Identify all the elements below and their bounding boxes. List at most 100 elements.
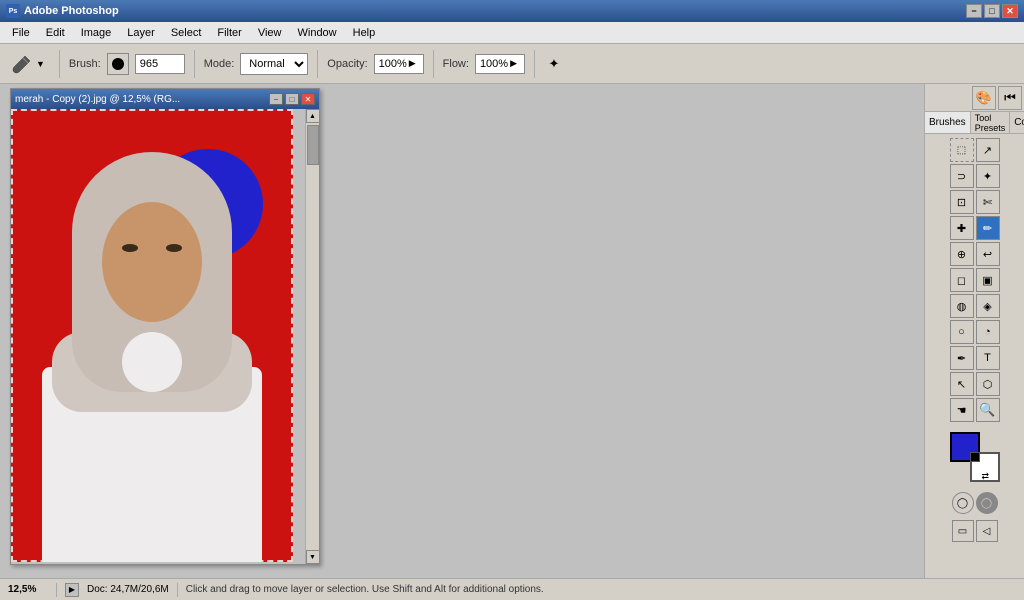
tool-row-9: ✒ T [950, 346, 1000, 370]
opacity-value-box[interactable]: 100% ▶ [374, 54, 424, 74]
doc-content: ▲ ▼ [11, 109, 319, 564]
quick-mask-icon[interactable]: ◯ [976, 492, 998, 514]
history-brush-tool[interactable]: ↩ [976, 242, 1000, 266]
minimize-button[interactable]: − [966, 4, 982, 18]
opacity-label: Opacity: [327, 58, 367, 70]
vertical-scrollbar[interactable]: ▲ ▼ [305, 109, 319, 564]
tool-row-10: ↖ ⬡ [950, 372, 1000, 396]
slice-tool[interactable]: ✄ [976, 190, 1000, 214]
marquee-tool[interactable]: ⬚ [950, 138, 974, 162]
blur-tool[interactable]: ◍ [950, 294, 974, 318]
zoom-level: 12,5% [8, 584, 48, 595]
zoom-tool[interactable]: 🔍 [976, 398, 1000, 422]
doc-controls[interactable]: − □ ✕ [269, 93, 315, 105]
title-left: Ps Adobe Photoshop [6, 4, 119, 18]
menu-image[interactable]: Image [73, 25, 120, 41]
right-eye [166, 244, 182, 252]
screen-mode-row: ▭ ◁ [952, 520, 998, 542]
burn-tool[interactable]: ◔ [976, 320, 1000, 344]
tab-comps[interactable]: Comps [1010, 112, 1024, 133]
doc-title: merah - Copy (2).jpg @ 12,5% (RG... [15, 94, 180, 105]
palette-icon[interactable]: 🎨 [972, 86, 996, 110]
swap-colors-icon[interactable]: ⇄ [982, 471, 990, 482]
bottom-sep2 [177, 583, 178, 597]
brush-label: Brush: [69, 58, 101, 70]
menu-view[interactable]: View [250, 25, 290, 41]
fullscreen-icon[interactable]: ▭ [952, 520, 974, 542]
menu-edit[interactable]: Edit [38, 25, 73, 41]
doc-minimize-button[interactable]: − [269, 93, 283, 105]
tool-row-6: ◻ ▣ [950, 268, 1000, 292]
color-swatches: ⇄ [950, 432, 1000, 482]
tab-tool-presets[interactable]: Tool Presets [971, 112, 1011, 133]
brush-tool-button[interactable]: ▼ [6, 50, 50, 78]
pen-tool[interactable]: ✒ [950, 346, 974, 370]
mode-select[interactable]: Normal Multiply Screen [240, 53, 308, 75]
app-icon: Ps [6, 4, 20, 18]
doc-titlebar: merah - Copy (2).jpg @ 12,5% (RG... − □ … [11, 89, 319, 109]
history-icon[interactable]: ⏮ [998, 86, 1022, 110]
mode-label: Mode: [204, 58, 235, 70]
person-face [102, 202, 202, 322]
bottom-bar: 12,5% ▶ Doc: 24,7M/20,6M Click and drag … [0, 578, 1024, 600]
standard-mode-icon[interactable]: ◯ [952, 492, 974, 514]
tool-row-2: ⊃ ✦ [950, 164, 1000, 188]
document-window: merah - Copy (2).jpg @ 12,5% (RG... − □ … [10, 88, 320, 565]
tool-row-5: ⊕ ↩ [950, 242, 1000, 266]
right-tabs: Brushes Tool Presets Comps [925, 112, 1024, 134]
scroll-track [306, 123, 319, 550]
sharpen-tool[interactable]: ◈ [976, 294, 1000, 318]
tool-row-7: ◍ ◈ [950, 294, 1000, 318]
airbrush-icon[interactable]: ✦ [544, 54, 564, 74]
scroll-thumb[interactable] [307, 125, 319, 165]
menu-layer[interactable]: Layer [119, 25, 163, 41]
move-tool[interactable]: ↗ [976, 138, 1000, 162]
brush-preview[interactable] [107, 53, 129, 75]
brush-icon [11, 53, 33, 75]
brush-tool[interactable]: ✏ [976, 216, 1000, 240]
doc-info-arrow[interactable]: ▶ [65, 583, 79, 597]
reset-colors-icon[interactable] [970, 452, 980, 462]
separator2 [194, 50, 195, 78]
menu-help[interactable]: Help [345, 25, 384, 41]
dodge-tool[interactable]: ○ [950, 320, 974, 344]
doc-close-button[interactable]: ✕ [301, 93, 315, 105]
shape-tool[interactable]: ⬡ [976, 372, 1000, 396]
brush-size-display[interactable]: 965 [135, 54, 185, 74]
heal-tool[interactable]: ✚ [950, 216, 974, 240]
image-canvas[interactable] [11, 109, 293, 562]
left-eye [122, 244, 138, 252]
menu-window[interactable]: Window [290, 25, 345, 41]
text-tool[interactable]: T [976, 346, 1000, 370]
wand-tool[interactable]: ✦ [976, 164, 1000, 188]
clone-tool[interactable]: ⊕ [950, 242, 974, 266]
tool-row-3: ⊡ ✄ [950, 190, 1000, 214]
maximize-button[interactable]: □ [984, 4, 1000, 18]
tool-row-1: ⬚ ↗ [950, 138, 1000, 162]
prev-icon[interactable]: ◁ [976, 520, 998, 542]
lasso-tool[interactable]: ⊃ [950, 164, 974, 188]
fill-tool[interactable]: ▣ [976, 268, 1000, 292]
eraser-tool[interactable]: ◻ [950, 268, 974, 292]
main-toolbar: ▼ Brush: 965 Mode: Normal Multiply Scree… [0, 44, 1024, 84]
title-controls[interactable]: − □ ✕ [966, 4, 1018, 18]
canvas-area: merah - Copy (2).jpg @ 12,5% (RG... − □ … [0, 84, 924, 578]
separator [59, 50, 60, 78]
separator5 [534, 50, 535, 78]
tab-brushes[interactable]: Brushes [925, 112, 971, 133]
mode-row: ◯ ◯ [952, 492, 998, 514]
close-button[interactable]: ✕ [1002, 4, 1018, 18]
menu-select[interactable]: Select [163, 25, 210, 41]
doc-info: Doc: 24,7M/20,6M [87, 584, 169, 595]
scroll-down-button[interactable]: ▼ [306, 550, 320, 564]
separator4 [433, 50, 434, 78]
menu-file[interactable]: File [4, 25, 38, 41]
hand-tool[interactable]: ☚ [950, 398, 974, 422]
separator3 [317, 50, 318, 78]
flow-value-box[interactable]: 100% ▶ [475, 54, 525, 74]
scroll-up-button[interactable]: ▲ [306, 109, 320, 123]
crop-tool[interactable]: ⊡ [950, 190, 974, 214]
path-select-tool[interactable]: ↖ [950, 372, 974, 396]
doc-maximize-button[interactable]: □ [285, 93, 299, 105]
menu-filter[interactable]: Filter [209, 25, 249, 41]
